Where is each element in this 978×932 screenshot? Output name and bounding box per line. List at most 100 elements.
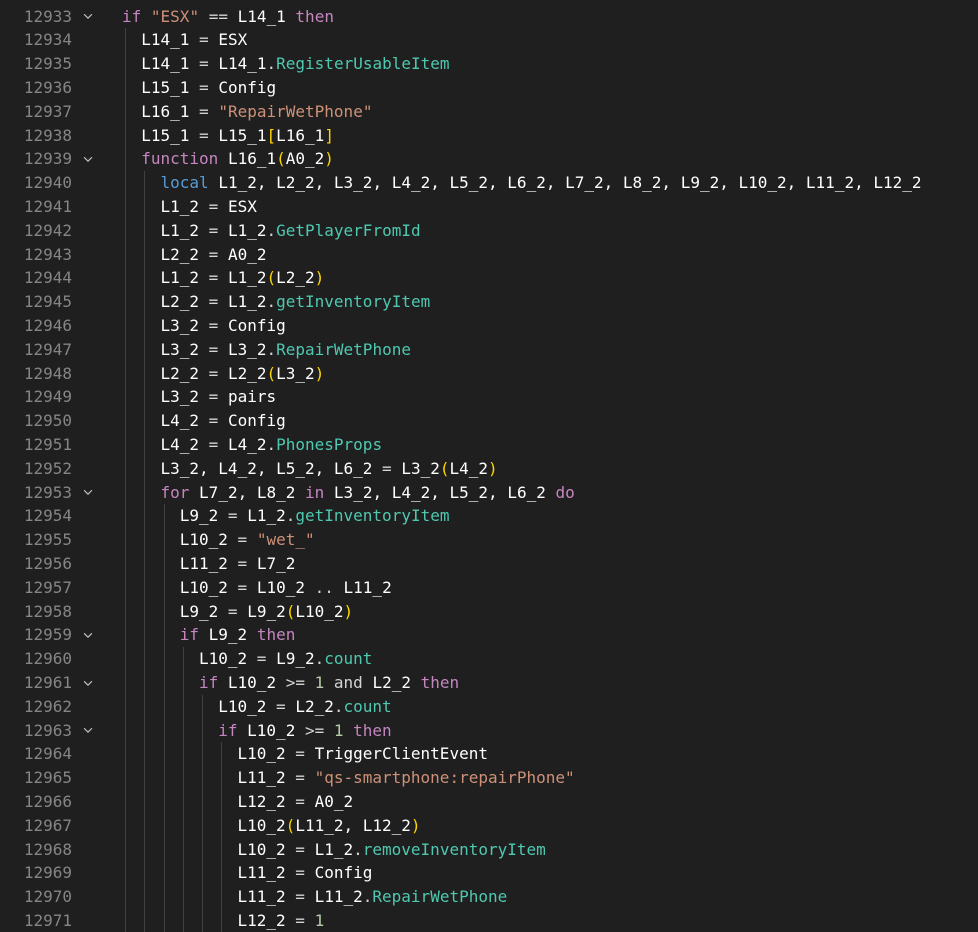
line-number: 12970 [23, 887, 72, 907]
code-token: L10_2 [218, 696, 267, 716]
code-token: L10_2 [256, 577, 305, 597]
code-token: L9_2 [276, 649, 315, 669]
chevron-down-icon[interactable] [80, 481, 96, 505]
code-line[interactable]: 12967 L10_2(L11_2, L12_2) [0, 814, 978, 838]
code-line[interactable]: 12961 if L10_2 >= 1 and L2_2 then [0, 671, 978, 695]
code-token: = [199, 197, 228, 216]
code-token: Config [227, 316, 286, 335]
code-line[interactable]: 12952 L3_2, L4_2, L5_2, L6_2 = L3_2(L4_2) [0, 457, 978, 481]
code-token: L9_2 [179, 506, 219, 526]
code-line[interactable]: 12964 L10_2 = TriggerClientEvent [0, 742, 978, 766]
code-text: L3_2 = pairs [161, 385, 277, 409]
line-number: 12942 [23, 220, 72, 240]
code-token: then [256, 625, 296, 645]
code-token: L15_1 [218, 125, 267, 145]
code-line[interactable]: 12957 L10_2 = L10_2 .. L11_2 [0, 576, 978, 600]
code-text: L4_2 = Config [161, 409, 286, 433]
code-token: count [343, 696, 392, 716]
code-line[interactable]: 12956 L11_2 = L7_2 [0, 552, 978, 576]
code-token: A0_2 [227, 244, 267, 264]
chevron-down-icon[interactable] [80, 5, 96, 29]
code-line[interactable]: 12949 L3_2 = pairs [0, 385, 978, 409]
chevron-down-icon[interactable] [80, 147, 96, 171]
chevron-down-icon[interactable] [80, 719, 96, 743]
code-line[interactable]: 12959 if L9_2 then [0, 623, 978, 647]
code-text: L3_2 = L3_2.RepairWetPhone [161, 338, 411, 362]
code-text: L11_2 = "qs-smartphone:repairPhone" [238, 766, 575, 790]
code-line[interactable]: 12953 for L7_2, L8_2 in L3_2, L4_2, L5_2,… [0, 481, 978, 505]
code-line[interactable]: 12971 L12_2 = 1 [0, 909, 978, 932]
code-line[interactable]: 12943 L2_2 = A0_2 [0, 243, 978, 267]
code-token: "qs-smartphone:repairPhone" [314, 768, 575, 788]
chevron-down-icon[interactable] [80, 623, 96, 647]
code-token: ( [439, 458, 450, 478]
line-number: 12949 [23, 387, 72, 407]
code-line[interactable]: 12951 L4_2 = L4_2.PhonesProps [0, 433, 978, 457]
code-line[interactable]: 12963 if L10_2 >= 1 then [0, 719, 978, 743]
code-line[interactable]: 12958 L9_2 = L9_2(L10_2) [0, 600, 978, 624]
code-line[interactable]: 12938 L15_1 = L15_1[L16_1] [0, 124, 978, 148]
code-token: L11_2 [314, 887, 363, 907]
code-token: L16_1 [227, 149, 277, 169]
code-line[interactable]: 12944 L1_2 = L1_2(L2_2) [0, 266, 978, 290]
code-editor[interactable]: 12933 if "ESX" == L14_1 then 12934 L14_1 = … [0, 0, 978, 932]
code-token: L11_2 [237, 863, 286, 883]
code-line[interactable]: 12933 if "ESX" == L14_1 then [0, 5, 978, 29]
code-line[interactable]: 12937 L16_1 = "RepairWetPhone" [0, 100, 978, 124]
code-token: L2_2 [295, 696, 334, 716]
code-line[interactable]: 12962 L10_2 = L2_2.count [0, 695, 978, 719]
code-token: function [141, 149, 219, 169]
code-token: L7_2 [256, 554, 296, 573]
code-line[interactable]: 12955 L10_2 = "wet_" [0, 528, 978, 552]
line-number: 12947 [23, 339, 72, 359]
code-line[interactable]: 12935 L14_1 = L14_1.RegisterUsableItem [0, 52, 978, 76]
line-number: 12966 [23, 792, 72, 811]
code-line[interactable]: 12954 L9_2 = L1_2.getInventoryItem [0, 504, 978, 528]
code-token: then [295, 6, 334, 26]
code-text: L9_2 = L9_2(L10_2) [180, 600, 353, 624]
code-token: RepairWetPhone [372, 887, 508, 907]
code-line[interactable]: 12942 L1_2 = L1_2.GetPlayerFromId [0, 219, 978, 243]
line-number: 12956 [23, 554, 72, 573]
line-number: 12945 [23, 292, 72, 312]
code-token: L1_2 [227, 292, 267, 312]
code-token: if [122, 6, 142, 26]
code-token: L1_2 [227, 268, 267, 288]
code-text: L11_2 = L11_2.RepairWetPhone [238, 885, 508, 909]
code-line[interactable]: 12940 local L1_2, L2_2, L3_2, L4_2, L5_2,… [0, 171, 978, 195]
code-line[interactable]: 12936 L15_1 = Config [0, 76, 978, 100]
code-token: L2_2 [160, 292, 200, 312]
code-token: removeInventoryItem [362, 839, 546, 859]
code-line[interactable]: 12968 L10_2 = L1_2.removeInventoryItem [0, 838, 978, 862]
code-line[interactable]: 12948 L2_2 = L2_2(L3_2) [0, 362, 978, 386]
code-line[interactable]: 12947 L3_2 = L3_2.RepairWetPhone [0, 338, 978, 362]
code-token: = [199, 387, 228, 407]
chevron-down-icon[interactable] [80, 671, 96, 695]
code-token: "wet_" [256, 530, 315, 550]
code-token: = [189, 78, 219, 97]
code-line[interactable]: 12960 L10_2 = L9_2.count [0, 647, 978, 671]
code-token: = [227, 554, 257, 573]
code-line[interactable]: 12945 L2_2 = L1_2.getInventoryItem [0, 290, 978, 314]
code-token: = [227, 577, 257, 597]
code-token: ( [285, 815, 296, 835]
code-line[interactable]: 12970 L11_2 = L11_2.RepairWetPhone [0, 885, 978, 909]
code-text: L15_1 = Config [141, 76, 276, 100]
code-token: . [333, 696, 344, 716]
code-token: = [199, 363, 228, 383]
code-token: >= [276, 673, 315, 692]
line-number: 12935 [23, 54, 72, 74]
code-token: L2_2 [276, 268, 315, 288]
code-line[interactable]: 12941 L1_2 = ESX [0, 195, 978, 219]
code-line[interactable]: 12966 L12_2 = A0_2 [0, 790, 978, 814]
code-line[interactable]: 12969 L11_2 = Config [0, 861, 978, 885]
code-line[interactable]: 12950 L4_2 = Config [0, 409, 978, 433]
code-line[interactable]: 12946 L3_2 = Config [0, 314, 978, 338]
code-line[interactable]: 12965 L11_2 = "qs-smartphone:repairPhone" [0, 766, 978, 790]
code-line[interactable]: 12934 L14_1 = ESX [0, 28, 978, 52]
code-line[interactable]: 12939 function L16_1(A0_2) [0, 147, 978, 171]
code-token: = [285, 768, 315, 788]
code-token: == [199, 6, 238, 26]
line-number: 12946 [23, 316, 72, 335]
